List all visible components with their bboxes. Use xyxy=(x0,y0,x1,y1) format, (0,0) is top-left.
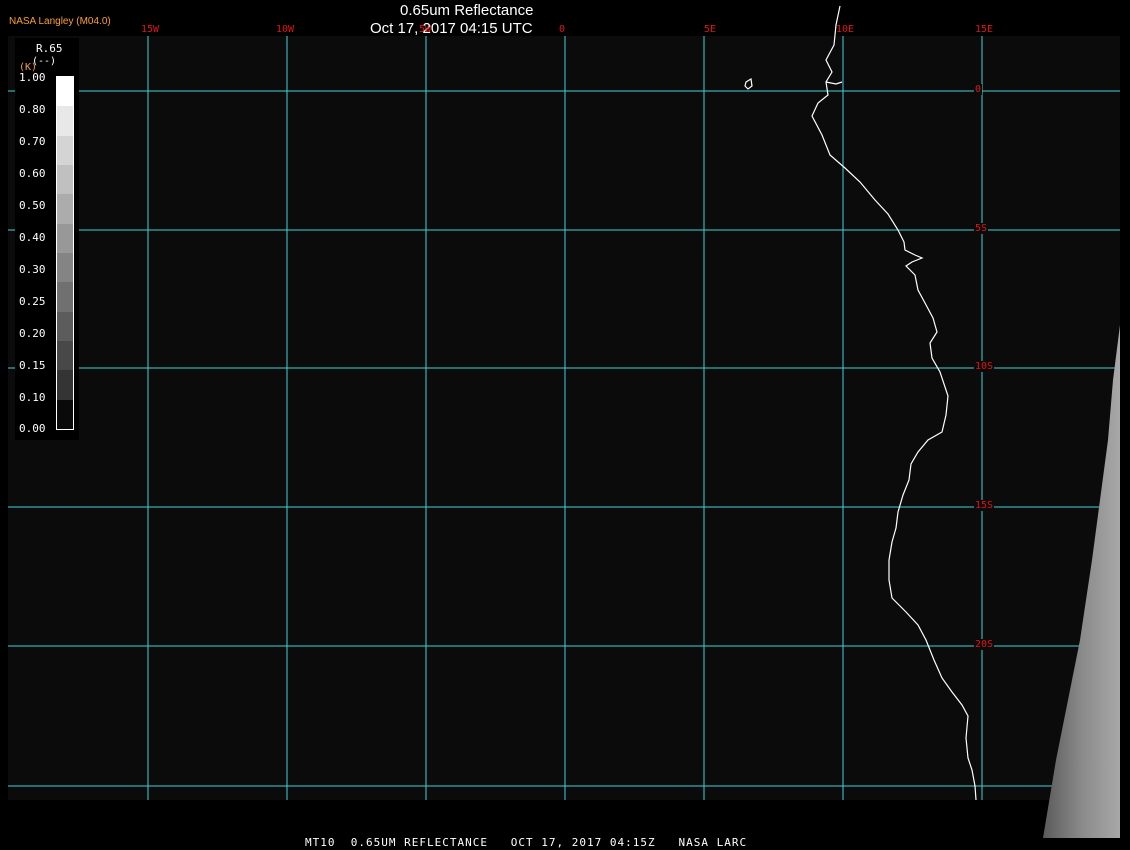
legend-tick: 0.80 xyxy=(19,103,46,116)
legend-color-segment xyxy=(57,340,73,371)
legend-tick: 0.10 xyxy=(19,391,46,404)
lat-label-10s: 10S xyxy=(974,361,995,372)
lon-label-0: 0 xyxy=(559,24,566,35)
footer-caption: MT10 0.65UM REFLECTANCE OCT 17, 2017 04:… xyxy=(305,836,748,849)
legend-color-segment xyxy=(57,311,73,341)
brand-label: NASA Langley (M04.0) xyxy=(9,16,111,27)
legend-color-segment xyxy=(57,370,73,400)
legend-tick: 0.60 xyxy=(19,167,46,180)
legend-tick: 0.20 xyxy=(19,327,46,340)
legend-color-bar xyxy=(56,76,74,430)
legend-variable: R.65 xyxy=(36,42,63,55)
legend-tick: 0.15 xyxy=(19,359,46,372)
lon-label-10e: 10E xyxy=(836,24,855,35)
lat-label-15s: 15S xyxy=(974,500,995,511)
legend-color-segment xyxy=(57,106,73,136)
lat-label-0: 0 xyxy=(974,84,983,95)
legend-color-segment xyxy=(57,135,73,165)
legend-color-segment xyxy=(57,252,73,283)
image-timestamp: Oct 17, 2017 04:15 UTC xyxy=(370,20,533,37)
legend-color-segment xyxy=(57,77,73,107)
legend-tick: 0.30 xyxy=(19,263,46,276)
legend-color-segment xyxy=(57,164,73,195)
lon-label-15w: 15W xyxy=(141,24,160,35)
lon-label-15e: 15E xyxy=(975,24,994,35)
lon-label-5w: 5W xyxy=(419,24,432,35)
legend-tick: 0.50 xyxy=(19,199,46,212)
satellite-swath xyxy=(1043,325,1120,838)
legend-color-segment xyxy=(57,282,73,312)
lon-label-10w: 10W xyxy=(276,24,295,35)
coastline-river xyxy=(825,81,843,85)
legend-color-segment xyxy=(57,399,73,429)
lat-label-5s: 5S xyxy=(974,223,989,234)
lat-label-20s: 20S xyxy=(974,639,995,650)
island xyxy=(744,78,753,90)
coastline xyxy=(811,5,977,801)
image-title: 0.65um Reflectance xyxy=(400,2,534,19)
legend-tick: 0.70 xyxy=(19,135,46,148)
satellite-image-viewer: 0.65um Reflectance Oct 17, 2017 04:15 UT… xyxy=(0,0,1130,850)
legend-tick: 0.25 xyxy=(19,295,46,308)
map-canvas xyxy=(8,5,1120,838)
legend-color-segment xyxy=(57,194,73,224)
legend-tick: 0.00 xyxy=(19,422,46,435)
lon-label-5e: 5E xyxy=(704,24,717,35)
legend-tick: 0.40 xyxy=(19,231,46,244)
legend-color-segment xyxy=(57,223,73,253)
legend-tick: 1.00 xyxy=(19,71,46,84)
